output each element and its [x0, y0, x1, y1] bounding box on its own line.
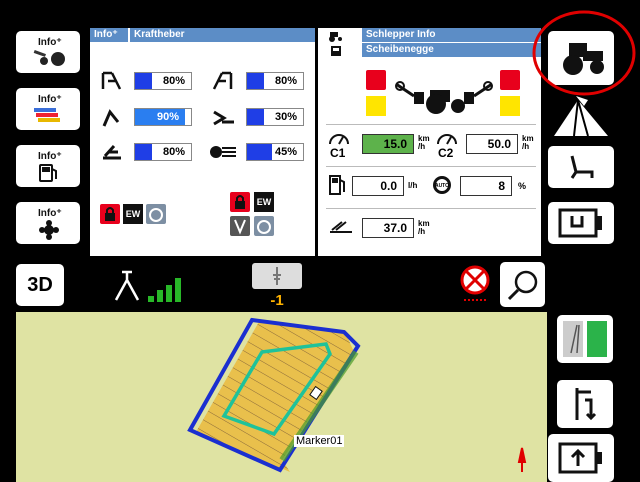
field-map[interactable]	[16, 312, 547, 482]
export-button[interactable]	[548, 434, 614, 482]
ground-speed-value: 37.0	[362, 218, 414, 238]
bar-fill	[247, 109, 264, 125]
info-plus-label: Info⁺	[38, 37, 62, 48]
track-offset-value: -1	[270, 292, 284, 309]
rear-ew-button[interactable]: EW	[123, 204, 143, 224]
slip-unit: %	[518, 181, 527, 191]
lane-view-icon	[563, 321, 607, 357]
front-hitch-depth-icon	[213, 110, 234, 126]
tractor-hitch-diagram-icon	[395, 81, 493, 114]
info-plus-label: Info⁺	[38, 208, 62, 219]
section-control-off-icon[interactable]	[456, 264, 494, 304]
bar-fill	[247, 73, 264, 89]
bar-fill	[247, 144, 273, 160]
cruise-c2-label: C2	[438, 146, 454, 160]
hitch-lift-icon	[101, 71, 122, 90]
pto-info-icon	[39, 220, 59, 240]
tractor-info-title: Schlepper Info	[362, 28, 541, 42]
info-plus-label: Info⁺	[38, 94, 62, 105]
ground-speed-unit: km /h	[418, 219, 430, 236]
front-hitch-position-bar: 80%	[246, 72, 304, 90]
info-plus-label: Info⁺	[38, 151, 62, 162]
info-implement-button[interactable]: Info⁺	[16, 31, 80, 73]
front-hitch-mode-icon[interactable]	[230, 216, 250, 236]
implement-wrench-icon	[558, 208, 602, 238]
front-lock-icon[interactable]	[500, 70, 520, 90]
fuel-consumption-icon	[329, 175, 345, 195]
hitch-depth-bar: 90%	[134, 108, 192, 126]
front-pto-icon	[210, 146, 236, 158]
bar-fill	[135, 144, 152, 160]
front-hitch-depth-bar: 30%	[246, 108, 304, 126]
info-valves-button[interactable]: Info⁺	[16, 88, 80, 130]
seat-settings-button[interactable]	[548, 146, 614, 188]
fuel-unit: l/h	[408, 181, 418, 190]
highlight-ring	[532, 10, 636, 96]
guidance-icon[interactable]	[548, 92, 614, 138]
track-shift-icon	[273, 267, 281, 285]
zoom-button[interactable]	[500, 262, 545, 307]
info-pto-button[interactable]: Info⁺	[16, 202, 80, 244]
panel-info-tag: Info⁺	[90, 28, 128, 42]
cruise-c1-label: C1	[330, 146, 346, 160]
front-hitch-lock-icon[interactable]	[230, 192, 250, 212]
tractor-small-icon	[329, 32, 342, 42]
speedometer-icon	[329, 134, 349, 145]
fuel-pump-icon	[39, 164, 57, 182]
hitch-drop-bar: 80%	[134, 143, 192, 161]
speedometer-icon	[437, 134, 457, 145]
wheel-slip-value: 8	[460, 176, 512, 196]
front-pto-bar: 45%	[246, 143, 304, 161]
gps-antenna-icon	[114, 270, 140, 301]
auto-slip-icon: AUTO	[433, 176, 451, 194]
rear-lift-icon[interactable]	[366, 96, 386, 116]
bar-fill	[135, 73, 152, 89]
track-shift-button[interactable]	[252, 263, 302, 289]
magnifier-icon	[507, 270, 538, 301]
fuel-consumption-value: 0.0	[352, 176, 404, 196]
panel-title: Kraftheber	[130, 28, 315, 42]
hitch-position-bar: 80%	[134, 72, 192, 90]
cruise-c2-unit: km /h	[522, 134, 534, 151]
view-3d-button[interactable]: 3D	[16, 264, 64, 306]
implement-config-button[interactable]	[548, 202, 614, 244]
headland-turn-button[interactable]	[557, 380, 613, 428]
implement-small-icon	[331, 46, 341, 56]
tractor-terminal: Info⁺ Info⁺ Info⁺ Info⁺ Info⁺ Kraftheber…	[0, 0, 640, 482]
gps-signal-icon	[148, 278, 181, 302]
hitch-info-panel: Info⁺ Kraftheber 80% 90% 80% 80% 30% 45%…	[90, 28, 315, 256]
north-arrow-icon	[517, 447, 527, 472]
field-map-canvas	[187, 317, 527, 473]
worked-area	[196, 320, 354, 472]
front-hitch-lift-icon	[212, 71, 233, 90]
lane-view-button[interactable]	[557, 315, 613, 363]
svg-text:AUTO: AUTO	[435, 183, 449, 189]
upload-icon	[558, 442, 602, 474]
tractor-info-panel: Schlepper Info Scheibenegge C1 15.0 km /…	[318, 28, 541, 256]
front-lift-icon[interactable]	[500, 96, 520, 116]
hitch-drop-icon	[103, 144, 121, 160]
radar-speed-icon	[330, 221, 352, 233]
rear-lock-icon[interactable]	[366, 70, 386, 90]
hitch-depth-icon	[102, 109, 120, 127]
headland-turn-icon	[575, 388, 597, 421]
info-fuel-button[interactable]: Info⁺	[16, 145, 80, 187]
front-hitch-damping-icon[interactable]	[254, 216, 274, 236]
rear-hitch-damping-icon[interactable]	[146, 204, 166, 224]
implement-title: Scheibenegge	[362, 43, 541, 57]
rear-hitch-lock-icon[interactable]	[100, 204, 120, 224]
hydraulic-valves-icon	[34, 108, 60, 122]
cruise-c2-value[interactable]: 50.0	[466, 134, 518, 154]
map-marker-label[interactable]: Marker01	[294, 435, 345, 447]
front-ew-button[interactable]: EW	[254, 192, 274, 212]
cruise-c1-unit: km /h	[418, 134, 430, 151]
cruise-c1-value[interactable]: 15.0	[362, 134, 414, 154]
implement-info-icon	[33, 50, 65, 66]
seat-icon	[570, 155, 594, 179]
